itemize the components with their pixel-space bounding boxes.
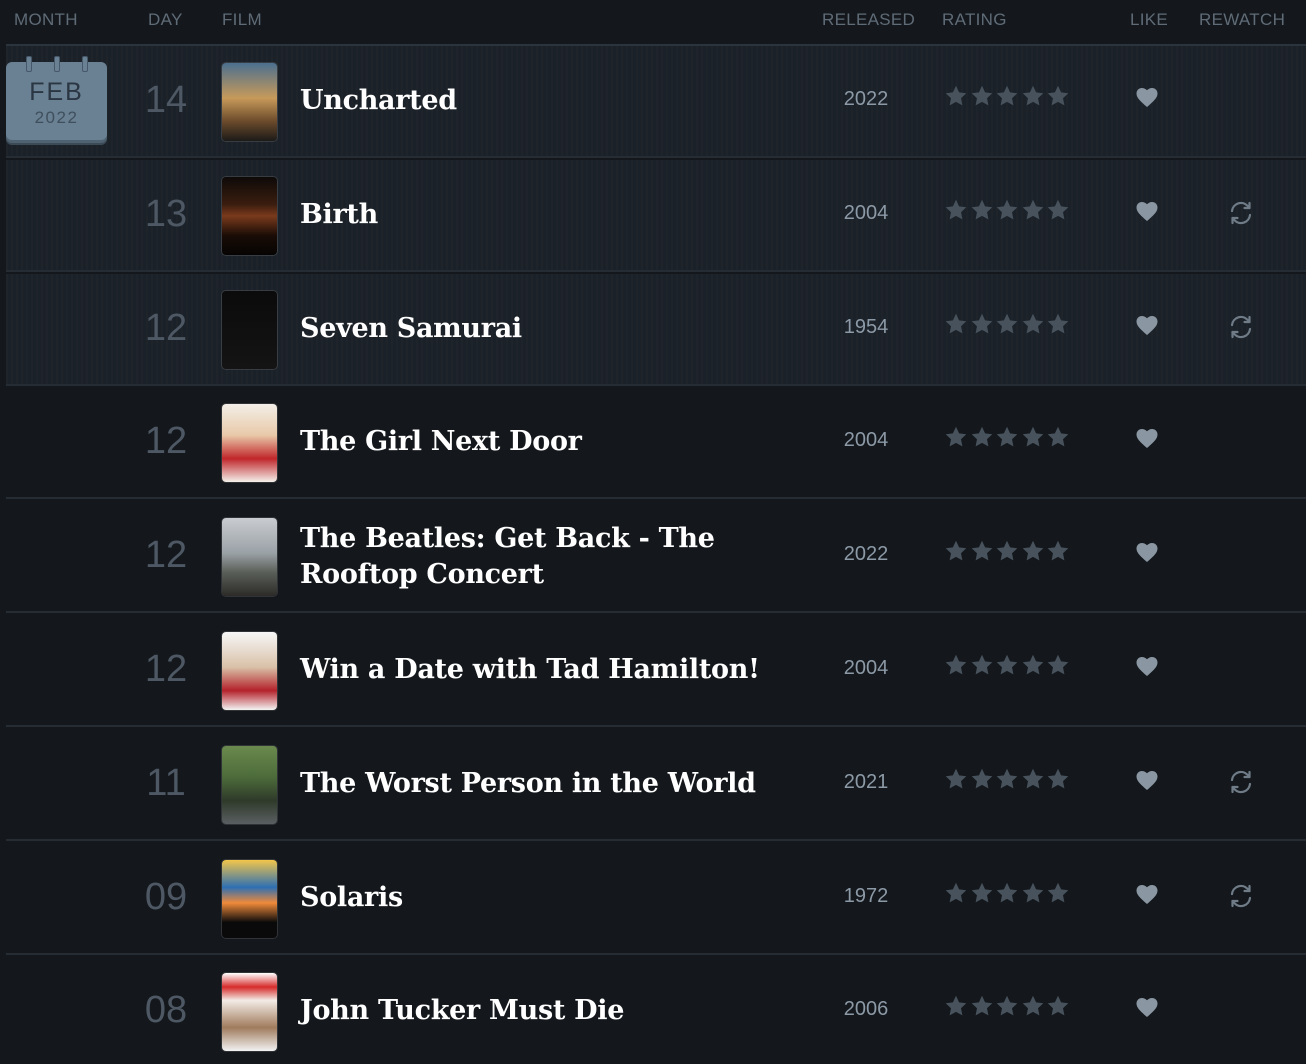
heart-icon[interactable] bbox=[1135, 769, 1159, 791]
day-number[interactable]: 11 bbox=[126, 762, 206, 805]
rating-stars bbox=[944, 653, 1074, 681]
rating-stars bbox=[944, 539, 1074, 567]
rating-stars bbox=[944, 994, 1074, 1022]
film-poster[interactable] bbox=[222, 632, 277, 710]
film-title[interactable]: The Girl Next Door bbox=[300, 424, 770, 460]
film-poster[interactable] bbox=[222, 63, 277, 141]
release-year[interactable]: 2021 bbox=[822, 771, 910, 794]
rating-stars bbox=[944, 84, 1074, 112]
film-title[interactable]: Win a Date with Tad Hamilton! bbox=[300, 652, 770, 688]
table-row[interactable]: 13 Birth 2004 bbox=[6, 160, 1306, 272]
header-month: MONTH bbox=[14, 10, 78, 29]
heart-icon[interactable] bbox=[1135, 200, 1159, 222]
table-row[interactable]: 08 John Tucker Must Die 2006 bbox=[6, 956, 1306, 1064]
table-row[interactable]: 12 The Girl Next Door 2004 bbox=[6, 387, 1306, 499]
film-title[interactable]: Birth bbox=[300, 197, 770, 233]
table-row[interactable]: 12 The Beatles: Get Back - The Rooftop Co… bbox=[6, 501, 1306, 613]
rewatch-icon[interactable] bbox=[1228, 769, 1254, 795]
film-title[interactable]: The Beatles: Get Back - The Rooftop Conc… bbox=[300, 521, 770, 593]
film-poster[interactable] bbox=[222, 404, 277, 482]
heart-icon[interactable] bbox=[1135, 427, 1159, 449]
release-year[interactable]: 1972 bbox=[822, 885, 910, 908]
film-title[interactable]: John Tucker Must Die bbox=[300, 993, 770, 1029]
release-year[interactable]: 2022 bbox=[822, 543, 910, 566]
calendar-icon[interactable]: FEB 2022 bbox=[6, 56, 107, 140]
release-year[interactable]: 2022 bbox=[822, 88, 910, 111]
heart-icon[interactable] bbox=[1135, 883, 1159, 905]
film-title[interactable]: Solaris bbox=[300, 880, 770, 916]
rewatch-icon[interactable] bbox=[1228, 200, 1254, 226]
day-number[interactable]: 08 bbox=[126, 989, 206, 1032]
rewatch-icon[interactable] bbox=[1228, 314, 1254, 340]
header-rewatch: REWATCH bbox=[1199, 10, 1286, 29]
heart-icon[interactable] bbox=[1135, 314, 1159, 336]
table-row[interactable]: 11 The Worst Person in the World 2021 bbox=[6, 729, 1306, 841]
film-poster[interactable] bbox=[222, 177, 277, 255]
header-film: FILM bbox=[222, 10, 262, 29]
rating-stars bbox=[944, 198, 1074, 226]
film-title[interactable]: Seven Samurai bbox=[300, 311, 770, 347]
header-released: RELEASED bbox=[822, 10, 916, 29]
year-label: 2022 bbox=[34, 108, 79, 127]
day-number[interactable]: 09 bbox=[126, 876, 206, 919]
day-number[interactable]: 12 bbox=[126, 307, 206, 350]
day-number[interactable]: 14 bbox=[126, 79, 206, 122]
table-row[interactable]: 12 Seven Samurai 1954 bbox=[6, 274, 1306, 386]
rewatch-icon[interactable] bbox=[1228, 883, 1254, 909]
film-diary-table: MONTH DAY FILM RELEASED RATING LIKE REWA… bbox=[0, 0, 1306, 1064]
day-number[interactable]: 12 bbox=[126, 420, 206, 463]
film-poster[interactable] bbox=[222, 518, 277, 596]
heart-icon[interactable] bbox=[1135, 996, 1159, 1018]
header-day: DAY bbox=[148, 10, 183, 29]
month-label: FEB bbox=[29, 78, 84, 106]
day-number[interactable]: 12 bbox=[126, 648, 206, 691]
film-poster[interactable] bbox=[222, 860, 277, 938]
film-title[interactable]: The Worst Person in the World bbox=[300, 766, 770, 802]
release-year[interactable]: 1954 bbox=[822, 316, 910, 339]
rating-stars bbox=[944, 881, 1074, 909]
table-header: MONTH DAY FILM RELEASED RATING LIKE REWA… bbox=[0, 0, 1306, 44]
day-number[interactable]: 13 bbox=[126, 193, 206, 236]
film-poster[interactable] bbox=[222, 746, 277, 824]
film-poster[interactable] bbox=[222, 973, 277, 1051]
heart-icon[interactable] bbox=[1135, 655, 1159, 677]
film-poster[interactable] bbox=[222, 291, 277, 369]
release-year[interactable]: 2004 bbox=[822, 657, 910, 680]
release-year[interactable]: 2004 bbox=[822, 202, 910, 225]
rating-stars bbox=[944, 767, 1074, 795]
header-rating: RATING bbox=[942, 10, 1007, 29]
table-row[interactable]: 12 Win a Date with Tad Hamilton! 2004 bbox=[6, 615, 1306, 727]
release-year[interactable]: 2004 bbox=[822, 429, 910, 452]
rating-stars bbox=[944, 425, 1074, 453]
release-year[interactable]: 2006 bbox=[822, 998, 910, 1021]
heart-icon[interactable] bbox=[1135, 86, 1159, 108]
table-row[interactable]: FEB 2022 14 Uncharted 2022 bbox=[6, 46, 1306, 158]
film-title[interactable]: Uncharted bbox=[300, 83, 770, 119]
rating-stars bbox=[944, 312, 1074, 340]
table-row[interactable]: 09 Solaris 1972 bbox=[6, 843, 1306, 955]
header-like: LIKE bbox=[1130, 10, 1169, 29]
heart-icon[interactable] bbox=[1135, 541, 1159, 563]
day-number[interactable]: 12 bbox=[126, 534, 206, 577]
